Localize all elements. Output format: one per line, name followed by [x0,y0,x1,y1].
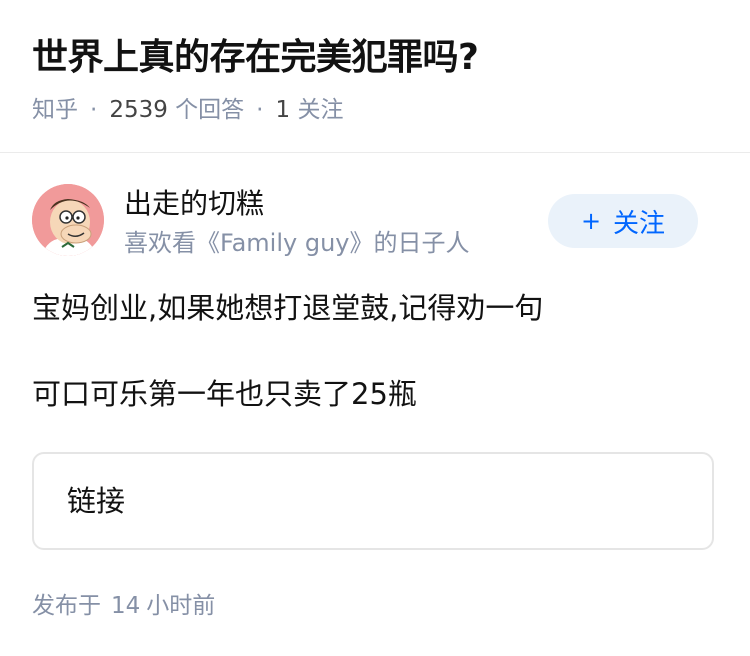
question-title[interactable]: 世界上真的存在完美犯罪吗? [32,34,479,82]
follow-count-label[interactable]: 关注 [297,97,343,123]
publish-time-number: 14 [111,593,141,619]
author-bio: 喜欢看《Family guy》的日子人 [124,229,470,257]
publish-time-unit: 小时前 [146,593,216,619]
author-row: 出走的切糕 喜欢看《Family guy》的日子人 + 关注 [32,184,722,264]
plus-icon: + [580,207,602,235]
answer-count-label[interactable]: 个回答 [175,97,244,123]
follow-count: 1 [275,97,291,123]
answer-count: 2539 [109,97,168,123]
avatar[interactable] [32,184,104,256]
follow-button-label: 关注 [613,208,666,239]
separator-dot: · [90,97,98,123]
question-header: 世界上真的存在完美犯罪吗? 知乎 · 2539 个回答 · 1 关注 [0,0,750,153]
publish-prefix: 发布于 [32,593,101,619]
publish-time: 发布于 14 小时前 [32,590,215,622]
link-card-label: 链接 [67,484,126,518]
source-label[interactable]: 知乎 [32,97,78,123]
question-meta: 知乎 · 2539 个回答 · 1 关注 [32,94,343,126]
link-card[interactable]: 链接 [32,452,714,550]
answer-paragraph: 可口可乐第一年也只卖了25瓶 [32,377,417,411]
answer-paragraph: 宝妈创业,如果她想打退堂鼓,记得劝一句 [32,291,544,325]
separator-dot: · [256,97,264,123]
cartoon-avatar-icon [32,184,104,256]
follow-button[interactable]: + 关注 [548,194,698,248]
author-name[interactable]: 出走的切糕 [124,184,264,224]
